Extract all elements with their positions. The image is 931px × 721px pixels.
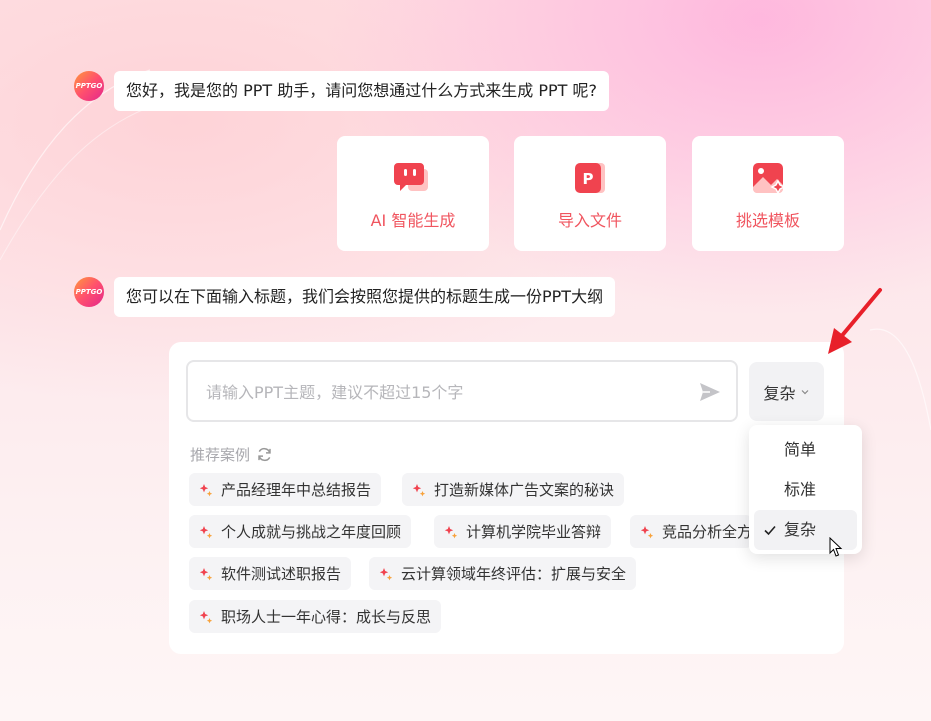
recommend-chip[interactable]: 职场人士一年心得：成长与反思 — [189, 600, 442, 633]
chevron-down-icon — [801, 389, 808, 394]
ai-generate-icon — [394, 159, 432, 197]
chip-label: 产品经理年中总结报告 — [221, 481, 372, 499]
complexity-option-simple[interactable]: 简单 — [754, 430, 857, 470]
avatar-logo: PPTGO — [75, 82, 103, 90]
assistant-message-instruction: 您可以在下面输入标题，我们会按照您提供的标题生成一份PPT大纲 — [114, 277, 616, 317]
chip-label: 竞品分析全方 — [662, 523, 752, 541]
import-file-icon: P — [571, 159, 609, 197]
check-icon — [764, 525, 776, 536]
recommend-chip[interactable]: 打造新媒体广告文案的秘诀 — [402, 473, 625, 506]
sparkle-icon — [199, 483, 213, 496]
topic-input-box — [186, 360, 738, 422]
assistant-message-greeting: 您好，我是您的 PPT 助手，请问您想通过什么方式来生成 PPT 呢? — [114, 71, 609, 111]
chip-label: 打造新媒体广告文案的秘诀 — [434, 481, 615, 499]
sparkle-icon — [199, 610, 213, 623]
chip-label: 软件测试述职报告 — [221, 565, 342, 583]
complexity-dropdown: 简单 标准 复杂 — [749, 425, 862, 554]
option-label: 简单 — [784, 440, 817, 459]
sparkle-icon — [444, 525, 458, 538]
sparkle-icon — [412, 483, 426, 496]
recommend-chip[interactable]: 计算机学院毕业答辩 — [434, 515, 612, 548]
sparkle-icon — [199, 567, 213, 580]
option-label: 导入文件 — [557, 211, 622, 230]
option-label: AI 智能生成 — [370, 211, 456, 230]
topic-input[interactable] — [204, 362, 688, 422]
complexity-selected-label: 复杂 — [763, 383, 796, 403]
option-pick-template[interactable]: 挑选模板 — [692, 136, 844, 251]
sparkle-icon — [640, 525, 654, 538]
complexity-select[interactable]: 复杂 — [749, 362, 824, 421]
assistant-avatar: PPTGO — [74, 71, 104, 101]
chip-label: 云计算领域年终评估：扩展与安全 — [401, 565, 627, 583]
recommend-chip[interactable]: 竞品分析全方 — [630, 515, 752, 548]
sparkle-icon — [199, 525, 213, 538]
mouse-cursor-icon — [829, 537, 843, 557]
sparkle-icon — [379, 567, 393, 580]
chip-label: 职场人士一年心得：成长与反思 — [221, 608, 432, 626]
assistant-avatar: PPTGO — [74, 277, 104, 307]
recommend-chip[interactable]: 云计算领域年终评估：扩展与安全 — [369, 557, 637, 590]
avatar-logo: PPTGO — [75, 288, 103, 296]
recommend-chip[interactable]: 软件测试述职报告 — [189, 557, 352, 590]
send-icon — [700, 383, 720, 401]
svg-text:P: P — [583, 170, 594, 188]
annotation-arrow-icon — [828, 288, 882, 354]
complexity-option-standard[interactable]: 标准 — [754, 470, 857, 510]
option-ai-generate[interactable]: AI 智能生成 — [337, 136, 489, 251]
option-label: 挑选模板 — [735, 211, 800, 230]
template-icon — [749, 159, 787, 197]
chip-label: 计算机学院毕业答辩 — [466, 523, 602, 541]
option-label: 标准 — [784, 480, 817, 499]
chip-label: 个人成就与挑战之年度回顾 — [221, 523, 402, 541]
refresh-icon[interactable] — [256, 446, 273, 463]
recommend-title: 推荐案例 — [190, 445, 251, 464]
recommend-chip[interactable]: 产品经理年中总结报告 — [189, 473, 382, 506]
option-import-file[interactable]: P 导入文件 — [514, 136, 666, 251]
recommend-chip[interactable]: 个人成就与挑战之年度回顾 — [189, 515, 412, 548]
send-button[interactable] — [698, 380, 722, 404]
option-label: 复杂 — [784, 520, 817, 539]
recommend-header: 推荐案例 — [190, 444, 273, 464]
